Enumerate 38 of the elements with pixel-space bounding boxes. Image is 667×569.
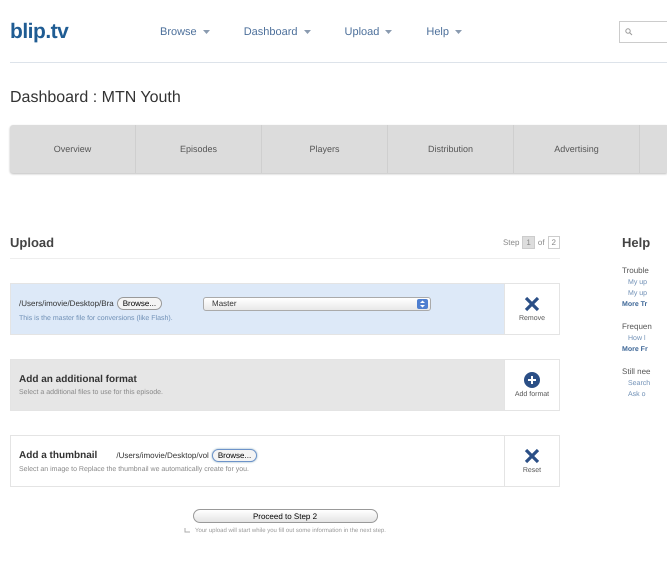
search-icon [625,28,633,36]
tab[interactable]: Advertising [514,125,640,173]
step-label: of [538,238,545,247]
nav-menu-item[interactable]: Dashboard [244,26,311,38]
tab[interactable]: Distribution [388,125,514,173]
add-icon [524,372,540,388]
page-title: Dashboard : MTN Youth [10,89,182,107]
tab[interactable]: Overview [10,125,136,173]
caret-icon [385,30,392,34]
help-section-title: Frequen [622,322,653,331]
tab[interactable]: Episodes [136,125,262,173]
close-icon [524,448,540,464]
nav-menu-item[interactable]: Help [426,26,462,38]
browse-button[interactable]: Browse... [212,449,258,462]
step-number: 2 [548,236,560,249]
tab[interactable]: Players [262,125,388,173]
help-section-title: Trouble [622,266,650,275]
section-heading: Upload [10,235,54,250]
file-path: /Users/imovie/Desktop/Bra [19,299,114,308]
caret-icon [202,30,210,34]
logo[interactable]: blip.tv [10,20,160,44]
step-number: 1 [522,236,535,249]
caret-icon [455,30,462,34]
step-label: Step [502,238,520,247]
proceed-button[interactable]: Proceed to Step 2 [192,509,378,523]
caret-icon [304,30,311,34]
panel-title: Add an additional format [19,374,138,385]
browse-button[interactable]: Browse... [116,297,162,310]
nav-menu-item[interactable]: Browse [160,26,210,38]
stepper-icon [417,298,428,308]
format-select[interactable]: Master [203,296,432,310]
nav-menu-item[interactable]: Upload [344,26,392,38]
search-field[interactable] [619,21,667,43]
panel-title: Add a thumbnail [19,450,98,461]
file-path: /Users/imovie/Desktop/vol [116,451,209,460]
close-icon [524,296,540,312]
help-section-title: Still nee [622,367,652,376]
help-heading: Help [622,235,652,252]
